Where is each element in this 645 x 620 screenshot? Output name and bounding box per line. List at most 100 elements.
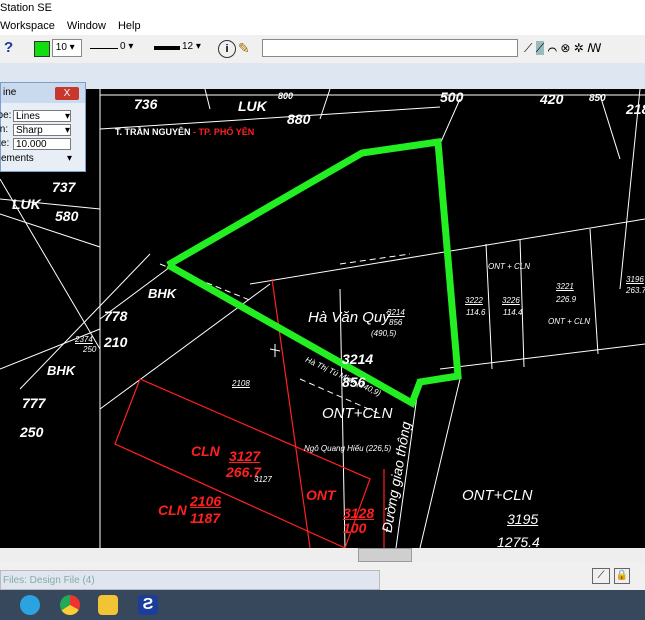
parcel-number: 777 bbox=[22, 395, 46, 411]
drawing-view[interactable]: T. TRẦN NGUYÊN - TP. PHỐ YÊN 736 LUK 880… bbox=[0, 89, 645, 550]
info-icon[interactable]: i bbox=[218, 40, 236, 58]
level-select[interactable]: 10 ▾ bbox=[52, 39, 82, 57]
minimized-window[interactable]: Files: Design File (4) bbox=[0, 570, 380, 590]
parcel-number: 218 bbox=[626, 101, 645, 117]
app-icon[interactable]: Ƨ bbox=[138, 595, 158, 615]
telegram-icon[interactable] bbox=[20, 595, 40, 615]
line-style-select[interactable]: 0 ▾ bbox=[120, 39, 148, 57]
snap-tools-group: ⟋ ⟋ ⌒ ⊗ ✲ ꟿ bbox=[524, 39, 645, 57]
parcel-area: 420 bbox=[540, 91, 564, 107]
chrome-icon[interactable] bbox=[60, 595, 80, 615]
line-style-icon[interactable] bbox=[90, 48, 118, 49]
line-style-value: 0 bbox=[120, 41, 126, 52]
parcel-number: 778 bbox=[104, 308, 128, 324]
snap-zigzag-icon[interactable]: ꟿ bbox=[587, 41, 601, 55]
chevron-down-icon: ▾ bbox=[64, 111, 70, 122]
boundary-line bbox=[519, 238, 525, 368]
type-label: Type: bbox=[0, 110, 12, 121]
color-swatch-button[interactable] bbox=[34, 41, 50, 57]
line-weight-value: 12 bbox=[182, 41, 194, 52]
size-label: Size: bbox=[0, 138, 10, 149]
element-attributes-dialog[interactable]: ine X Type: Lines ▾ Join: Sharp ▾ Size: 10… bbox=[0, 82, 86, 172]
snap-star-icon[interactable]: ✲ bbox=[574, 41, 584, 55]
parcel-area-small: 263.7 bbox=[626, 286, 645, 295]
help-button[interactable]: ? bbox=[4, 39, 20, 57]
attributes-toolbar: ? 10 ▾ 0 ▾ 12 ▾ i ✎ ⟋ ⟋ ⌒ ⊗ ✲ ꟿ bbox=[0, 35, 645, 64]
parcel-area: 1187 bbox=[190, 510, 221, 526]
horizontal-scrollbar[interactable] bbox=[0, 548, 645, 562]
parcel-area: 250 bbox=[20, 424, 44, 440]
parcel-area: 880 bbox=[287, 111, 311, 127]
line-tool-icon[interactable]: ⟋ bbox=[592, 568, 610, 584]
parcel-number-small: 3221 bbox=[556, 282, 574, 291]
parcel-number-small: 3222 bbox=[465, 296, 483, 305]
land-type-label: BHK bbox=[47, 363, 76, 378]
parcel-number: 736 bbox=[134, 96, 158, 112]
lock-icon[interactable]: 🔒 bbox=[614, 568, 630, 584]
parcel-area: 210 bbox=[104, 334, 128, 350]
elements-label: ements bbox=[1, 153, 34, 164]
map-header: T. TRẦN NGUYÊN - TP. PHỐ YÊN bbox=[115, 127, 254, 137]
parcel-area: 500 bbox=[440, 89, 464, 105]
parcel-number: 3214 bbox=[342, 351, 374, 367]
chevron-down-icon[interactable]: ▾ bbox=[67, 153, 72, 164]
parcel-number-small: 2108 bbox=[232, 379, 250, 388]
boundary-line bbox=[439, 343, 645, 370]
menu-window[interactable]: Window bbox=[67, 18, 106, 35]
minimized-window-title: Files: Design File (4) bbox=[3, 575, 95, 586]
level-value: 10 bbox=[55, 42, 67, 53]
join-label: Join: bbox=[0, 124, 9, 135]
boundary-line bbox=[599, 94, 621, 160]
menu-workspace[interactable]: Workspace bbox=[0, 18, 55, 35]
parcel-area: 100 bbox=[343, 520, 367, 536]
land-type-label: BHK bbox=[148, 286, 177, 301]
parcel-number: 3127 bbox=[229, 448, 261, 464]
parcel-number-small: 3226 bbox=[502, 296, 520, 305]
land-type-label: CLN bbox=[191, 443, 220, 459]
land-type-label: ONT+CLN bbox=[322, 405, 393, 422]
owner-name: Hà Văn Quý bbox=[308, 309, 390, 326]
command-input[interactable] bbox=[262, 39, 518, 57]
parcel-area-small: 226.9 bbox=[556, 295, 577, 304]
boundary-line bbox=[589, 228, 599, 355]
size-input[interactable]: 10.000 bbox=[13, 138, 71, 150]
land-type-small: ONT + CLN bbox=[548, 317, 591, 326]
parcel-area: 800 bbox=[278, 91, 294, 101]
pen-icon[interactable]: ✎ bbox=[238, 40, 254, 56]
snap-curve-icon[interactable]: ⌒ bbox=[548, 41, 558, 55]
parcel-number-small: 2374 bbox=[75, 335, 93, 344]
dialog-title: ine bbox=[3, 87, 17, 98]
type-select-value: Lines bbox=[16, 111, 40, 122]
taskbar: Ƨ bbox=[0, 590, 645, 620]
snap-line-icon[interactable]: ⟋ bbox=[524, 41, 532, 55]
parcel-number: 3128 bbox=[343, 505, 375, 521]
view-header bbox=[0, 63, 645, 89]
scrollbar-thumb[interactable] bbox=[358, 548, 412, 562]
join-select[interactable]: Sharp ▾ bbox=[13, 124, 71, 136]
boundary-line bbox=[19, 253, 151, 390]
menu-help[interactable]: Help bbox=[118, 18, 141, 35]
line-weight-icon[interactable] bbox=[154, 46, 180, 50]
boundary-line bbox=[619, 89, 641, 290]
parcel-area-small: 250 bbox=[83, 345, 97, 354]
window-title: Station SE bbox=[0, 2, 52, 14]
chevron-down-icon: ▾ bbox=[64, 125, 70, 136]
land-type-label: LUK bbox=[238, 98, 267, 114]
line-weight-select[interactable]: 12 ▾ bbox=[182, 39, 210, 57]
join-select-value: Sharp bbox=[16, 125, 43, 136]
snap-line-active-icon[interactable]: ⟋ bbox=[535, 41, 545, 55]
type-select[interactable]: Lines ▾ bbox=[13, 110, 71, 122]
close-button[interactable]: X bbox=[55, 87, 79, 100]
land-type-label: ONT+CLN bbox=[462, 487, 533, 504]
boundary-line bbox=[204, 89, 211, 110]
snap-circle-icon[interactable]: ⊗ bbox=[560, 41, 570, 55]
land-type-label: CLN bbox=[158, 502, 187, 518]
land-type-small: ONT + CLN bbox=[488, 262, 531, 271]
file-explorer-icon[interactable] bbox=[98, 595, 118, 615]
map-header-text: T. TRẦN NGUYÊN bbox=[115, 127, 191, 137]
parcel-number-small: 3196 bbox=[626, 275, 644, 284]
map-header-red-text: - TP. PHỐ YÊN bbox=[193, 127, 255, 137]
land-type-label: LUK bbox=[12, 196, 41, 212]
boundary-line bbox=[0, 213, 101, 248]
parcel-number: 850 bbox=[589, 93, 606, 104]
